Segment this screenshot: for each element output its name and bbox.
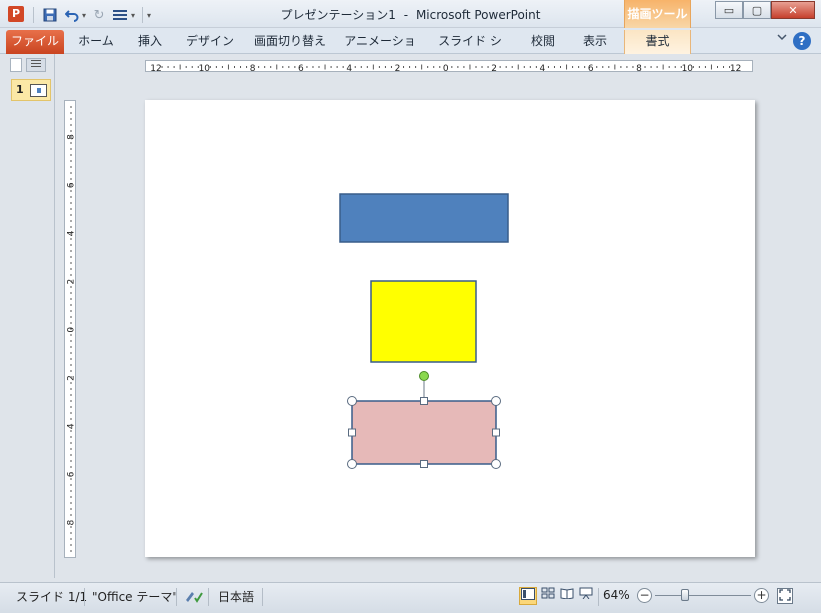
ruler-label: 6 [67, 471, 77, 477]
tab-file[interactable]: ファイル [6, 30, 64, 54]
title-bar: P ▾ ↻ ▾ ▾ プレゼンテーション1 - Microsoft PowerPo… [0, 0, 821, 28]
slideshow-view-icon[interactable] [577, 587, 595, 605]
selection-handle-side[interactable] [492, 428, 500, 437]
ruler-label: 2 [67, 279, 77, 285]
slide-canvas[interactable] [145, 100, 755, 557]
slide-sorter-icon[interactable] [539, 587, 557, 605]
slides-tab-icon[interactable] [10, 58, 22, 72]
selection-handle-corner[interactable] [347, 396, 357, 406]
ruler-label: 8 [636, 64, 642, 73]
yellow-rectangle[interactable] [370, 280, 477, 363]
outline-tab-icon[interactable] [26, 58, 46, 72]
status-separator [176, 588, 177, 606]
vertical-ruler-scale: 864202468 [67, 106, 77, 552]
help-icon[interactable]: ? [793, 32, 811, 50]
window-title: プレゼンテーション1 - Microsoft PowerPoint [0, 6, 821, 23]
maximize-button[interactable]: ▢ [743, 1, 771, 19]
ruler-label: 6 [588, 64, 594, 73]
reading-view-icon[interactable] [558, 587, 576, 605]
tab-slideshow[interactable]: スライド ショー [434, 30, 506, 70]
ruler-label: 10 [199, 64, 211, 73]
tab-review[interactable]: 校閲 [526, 30, 560, 54]
ruler-label: 4 [540, 64, 546, 73]
slide-thumbnail-number: 1 [16, 83, 24, 96]
tab-design[interactable]: デザイン [184, 30, 236, 54]
zoom-slider-track[interactable] [655, 595, 751, 596]
tab-insert[interactable]: 挿入 [132, 30, 168, 54]
selection-handle-side[interactable] [348, 428, 356, 437]
blue-rectangle[interactable] [339, 193, 509, 243]
zoom-in-button[interactable]: + [754, 588, 769, 603]
ruler-label: 0 [67, 327, 77, 333]
close-button[interactable]: ✕ [771, 1, 815, 19]
title-separator: - [403, 8, 409, 22]
pane-tabs [8, 56, 55, 74]
status-separator [208, 588, 209, 606]
horizontal-ruler-scale: 12 10 8 6 4 2 0 2 4 6 8 10 12 [150, 64, 741, 73]
zoom-slider-thumb[interactable] [681, 589, 689, 601]
tab-transitions[interactable]: 画面切り替え [252, 30, 328, 54]
minimize-button[interactable]: ▭ [715, 1, 743, 19]
document-name: プレゼンテーション1 [280, 8, 396, 22]
normal-view-icon[interactable] [519, 587, 537, 605]
rotation-handle[interactable] [419, 371, 429, 381]
ruler-label: 4 [346, 64, 352, 73]
spell-check-icon[interactable] [184, 588, 204, 607]
status-bar: スライド 1/1 "Office テーマ" 日本語 64% − + [0, 582, 821, 613]
status-separator [262, 588, 263, 606]
theme-status[interactable]: "Office テーマ" [92, 588, 178, 605]
status-separator [598, 588, 599, 606]
ruler-label: 2 [491, 64, 497, 73]
tab-view[interactable]: 表示 [578, 30, 612, 54]
ruler-label: 2 [395, 64, 401, 73]
ribbon-tab-bar: ファイル ホーム 挿入 デザイン 画面切り替え アニメーション スライド ショー… [0, 28, 821, 70]
slide-thumbnail-preview [30, 84, 47, 97]
slide-count-status: スライド 1/1 [16, 590, 88, 604]
selection-handle-corner[interactable] [491, 459, 501, 469]
status-separator [84, 588, 85, 606]
slides-pane: 1 [8, 54, 55, 578]
ruler-label: 8 [67, 519, 77, 525]
minimize-ribbon-icon[interactable] [777, 33, 787, 44]
ruler-label: 4 [67, 423, 77, 429]
ruler-label: 12 [730, 64, 741, 73]
zoom-level[interactable]: 64% [603, 588, 630, 602]
application-name: Microsoft PowerPoint [415, 8, 541, 22]
tab-home[interactable]: ホーム [74, 30, 118, 54]
ruler-label: 12 [150, 64, 161, 73]
selection-handle-side[interactable] [420, 460, 428, 468]
ruler-label: 2 [67, 375, 77, 381]
slide-thumbnail[interactable]: 1 [11, 79, 51, 101]
selection-handle-side[interactable] [420, 397, 428, 405]
tab-animations[interactable]: アニメーション [344, 30, 416, 70]
zoom-out-button[interactable]: − [637, 588, 652, 603]
ruler-label: 6 [298, 64, 304, 73]
language-status[interactable]: 日本語 [218, 588, 254, 605]
horizontal-ruler: 12 10 8 6 4 2 0 2 4 6 8 10 12 [145, 60, 753, 73]
drawing-tools-context-label: 描画ツール [624, 0, 691, 28]
ruler-label: 0 [443, 64, 449, 73]
selection-handle-corner[interactable] [491, 396, 501, 406]
tab-format[interactable]: 書式 [624, 30, 691, 54]
ruler-label: 10 [682, 64, 694, 73]
ruler-label: 8 [250, 64, 256, 73]
fit-slide-to-window-icon[interactable] [777, 588, 793, 604]
vertical-ruler: 864202468 [64, 100, 77, 558]
window-controls: ▭ ▢ ✕ [715, 1, 815, 19]
pink-rectangle[interactable] [351, 400, 497, 465]
selection-handle-corner[interactable] [347, 459, 357, 469]
